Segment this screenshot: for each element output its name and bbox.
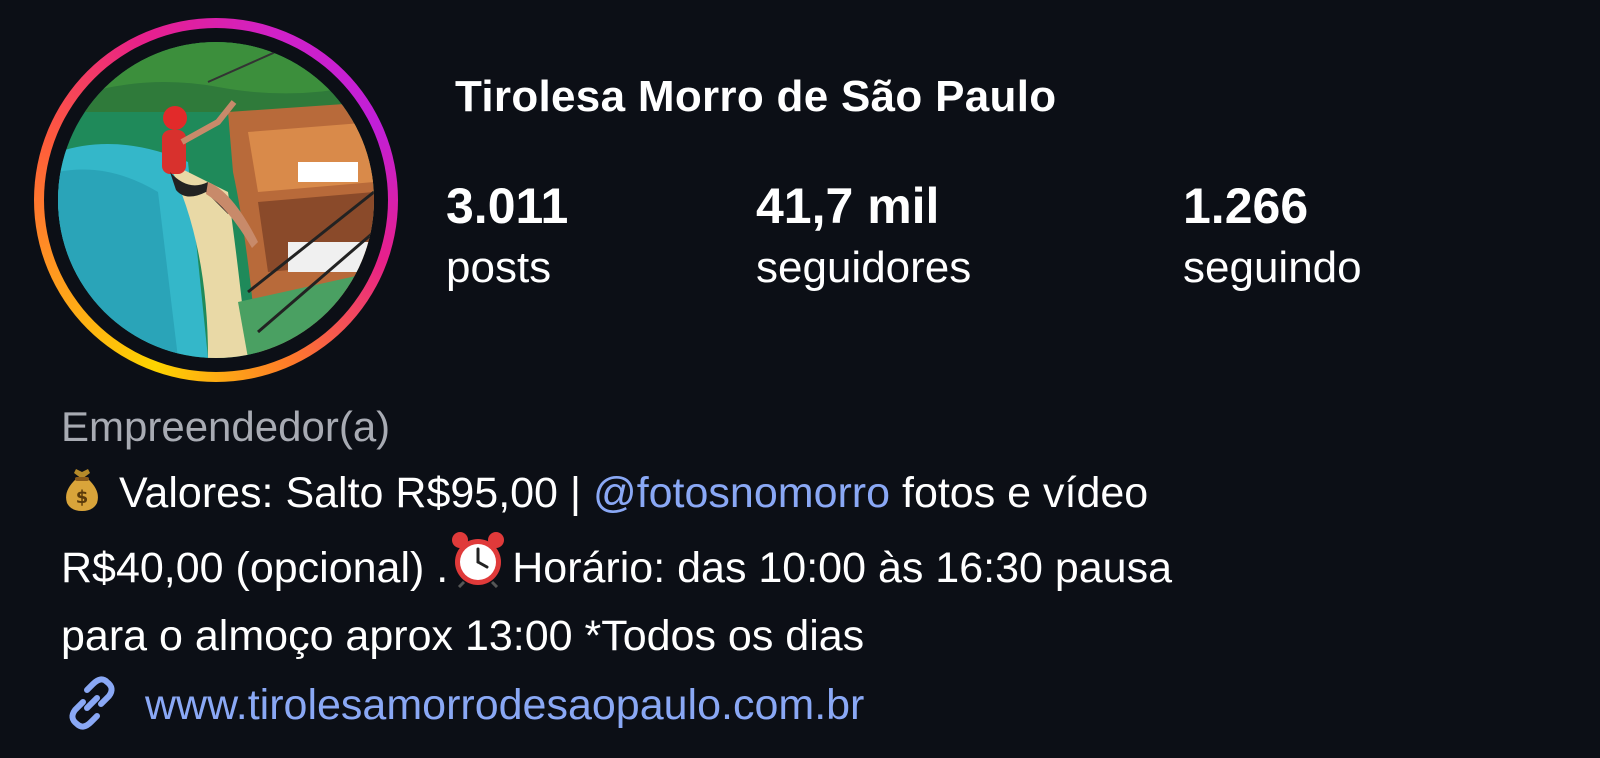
bio-line-2-prefix: R$40,00 (opcional) . bbox=[61, 544, 449, 592]
bio-line-2-suffix: Horário: das 10:00 às 16:30 pausa bbox=[512, 544, 1173, 592]
bio-line-3: para o almoço aprox 13:00 *Todos os dias bbox=[61, 612, 865, 660]
bio-line-1-suffix: fotos e vídeo bbox=[890, 469, 1149, 517]
avatar-image bbox=[58, 42, 374, 358]
bio-line-1: $ Valores: Salto R$95,00 | @fotosnomorro… bbox=[61, 462, 1561, 530]
bio-line-1-prefix: Valores: Salto R$95,00 | bbox=[107, 469, 594, 517]
website-url: www.tirolesamorrodesaopaulo.com.br bbox=[145, 681, 865, 729]
stat-posts-count: 3.011 bbox=[446, 178, 569, 234]
stat-posts[interactable]: 3.011 posts bbox=[446, 178, 568, 296]
stat-followers[interactable]: 41,7 mil seguidores bbox=[756, 178, 971, 296]
avatar-photo bbox=[58, 42, 374, 358]
website-link[interactable]: www.tirolesamorrodesaopaulo.com.br bbox=[61, 672, 864, 739]
stat-posts-label: posts bbox=[446, 243, 552, 292]
stat-following-label: seguindo bbox=[1183, 243, 1362, 292]
link-icon bbox=[61, 672, 123, 739]
stat-followers-label: seguidores bbox=[756, 243, 972, 292]
profile-name: Tirolesa Morro de São Paulo bbox=[455, 72, 1057, 121]
bio-line-2: R$40,00 (opcional) . Horário: das 10:00 … bbox=[61, 530, 1561, 605]
svg-text:$: $ bbox=[76, 487, 89, 508]
profile-bio: $ Valores: Salto R$95,00 | @fotosnomorro… bbox=[61, 462, 1561, 667]
alarm-clock-icon bbox=[448, 530, 508, 605]
stat-followers-count: 41,7 mil bbox=[756, 178, 940, 234]
stat-following-count: 1.266 bbox=[1183, 178, 1309, 234]
profile-avatar[interactable] bbox=[34, 18, 398, 382]
profile-category: Empreendedor(a) bbox=[61, 403, 391, 450]
bio-mention-link[interactable]: @fotosnomorro bbox=[593, 469, 890, 517]
money-bag-icon: $ bbox=[61, 465, 103, 530]
stat-following[interactable]: 1.266 seguindo bbox=[1183, 178, 1362, 296]
